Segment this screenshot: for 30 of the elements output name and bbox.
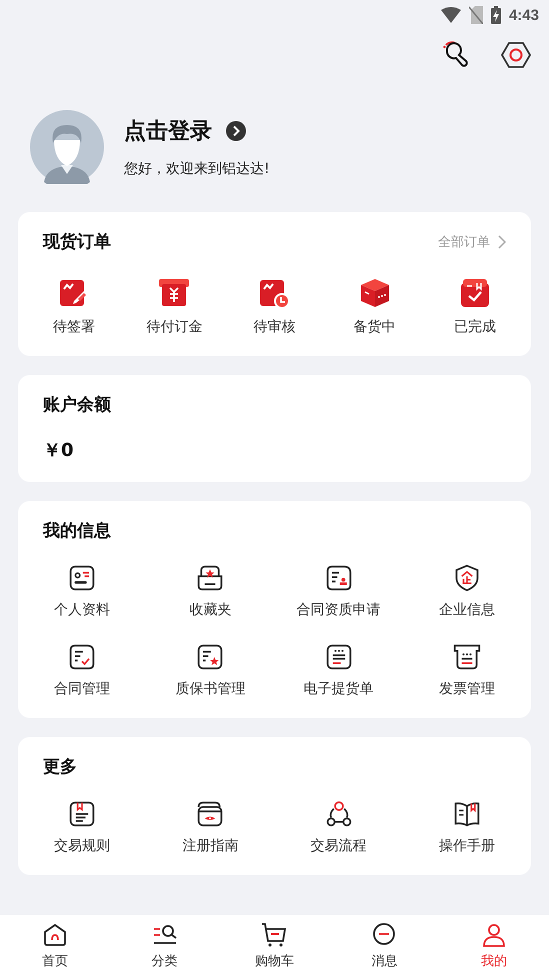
tab-item[interactable]: 我的: [439, 915, 549, 976]
section-title: 我的信息: [43, 520, 111, 542]
tab-item[interactable]: 购物车: [220, 915, 330, 976]
menu-item[interactable]: 发票管理: [402, 643, 531, 698]
menu-item[interactable]: 合同资质申请: [274, 564, 403, 619]
menu-item[interactable]: 交易流程: [274, 800, 403, 855]
section-title: 更多: [43, 756, 77, 778]
login-title[interactable]: 点击登录: [124, 116, 212, 146]
menu-item[interactable]: 操作手册: [402, 800, 531, 855]
menu-item[interactable]: 收藏夹: [146, 564, 274, 619]
balance-amount: ￥0: [43, 439, 75, 462]
menu-item[interactable]: 待签署: [24, 277, 124, 336]
menu-item[interactable]: 合同管理: [18, 643, 146, 698]
tab-item[interactable]: 消息: [329, 915, 440, 976]
greeting-text: 您好，欢迎来到铝达达!: [124, 160, 270, 178]
status-time: 4:43: [508, 6, 539, 24]
menu-item[interactable]: 个人资料: [18, 564, 146, 619]
menu-item[interactable]: 交易规则: [18, 800, 146, 855]
tab-item[interactable]: 首页: [0, 915, 110, 976]
menu-item[interactable]: 已完成: [424, 277, 525, 336]
section-title: 现货订单: [43, 231, 111, 253]
menu-item[interactable]: 质保书管理: [146, 643, 274, 698]
menu-item[interactable]: 待审核: [224, 277, 325, 336]
menu-item[interactable]: 注册指南: [146, 800, 274, 855]
section-title: 账户余额: [43, 394, 111, 416]
menu-item[interactable]: 待付订金: [124, 277, 224, 336]
tab-item[interactable]: 分类: [110, 915, 220, 976]
menu-item[interactable]: 企业信息: [402, 564, 531, 619]
menu-item[interactable]: 备货中: [324, 277, 425, 336]
menu-item[interactable]: 电子提货单: [274, 643, 403, 698]
